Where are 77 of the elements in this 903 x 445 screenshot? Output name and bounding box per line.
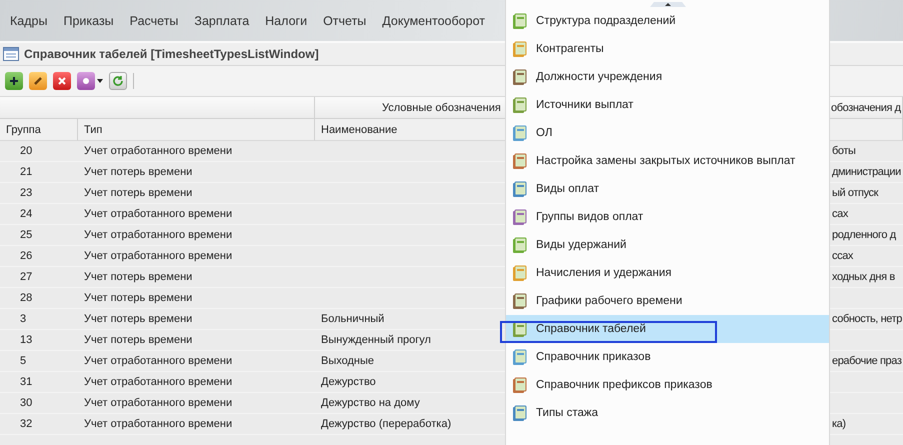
menu-bar-item[interactable]: Расчеты (122, 14, 186, 28)
menu-item[interactable]: Виды оплат (506, 175, 829, 203)
table-cell: Учет потерь времени (78, 288, 315, 309)
menu-item[interactable]: Структура подразделений (506, 7, 829, 35)
menu-item[interactable]: ОЛ (506, 119, 829, 147)
edit-button[interactable] (29, 72, 47, 90)
table-cell: Учет отработанного времени (78, 246, 315, 267)
book-icon (511, 40, 528, 58)
list-icon (3, 47, 19, 61)
book-icon (511, 208, 528, 226)
column-header[interactable]: Тип (78, 119, 315, 141)
table-cell: Учет потерь времени (78, 309, 315, 330)
caret-icon (97, 79, 103, 83)
refresh-button[interactable] (109, 72, 127, 90)
menu-bar-item[interactable]: Документооборот (374, 14, 493, 28)
delete-button[interactable] (53, 72, 71, 90)
table-cell: Учет отработанного времени (78, 372, 315, 393)
table-cell: 3 (0, 309, 78, 330)
settings-dropdown-button[interactable] (77, 72, 103, 90)
window-title: Справочник табелей [TimesheetTypesListWindow] (24, 47, 319, 61)
table-cell: Учет потерь времени (78, 183, 315, 204)
table-cell: 13 (0, 330, 78, 351)
book-icon (511, 292, 528, 310)
menu-bar-item[interactable]: Налоги (257, 14, 316, 28)
table-cell: Учет потерь времени (78, 330, 315, 351)
pencil-icon (33, 76, 43, 86)
scroll-up-arrow[interactable] (650, 0, 686, 7)
table-cell: 21 (0, 162, 78, 183)
book-icon (511, 236, 528, 254)
menu-bar-item[interactable]: Зарплата (186, 14, 258, 28)
menu-item[interactable]: Должности учреждения (506, 63, 829, 91)
column-group-header: обозначения д (831, 102, 901, 114)
table-cell: Учет потерь времени (78, 162, 315, 183)
table-cell: 30 (0, 393, 78, 414)
table-cell: Учет потерь времени (78, 267, 315, 288)
table-cell: 5 (0, 351, 78, 372)
table-cell: Учет отработанного времени (78, 225, 315, 246)
refresh-icon (112, 75, 124, 87)
book-icon (511, 68, 528, 86)
book-icon (511, 180, 528, 198)
table-cell: 28 (0, 288, 78, 309)
book-icon (511, 152, 528, 170)
menu-item[interactable]: Источники выплат (506, 91, 829, 119)
table-cell: 31 (0, 372, 78, 393)
menu-item[interactable]: Контрагенты (506, 35, 829, 63)
table-cell: 23 (0, 183, 78, 204)
menu-bar-item[interactable]: Приказы (55, 14, 122, 28)
book-icon (511, 124, 528, 142)
book-icon (511, 12, 528, 30)
table-cell: 26 (0, 246, 78, 267)
menu-item[interactable]: Начисления и удержания (506, 259, 829, 287)
table-cell: 20 (0, 141, 78, 162)
book-icon (511, 264, 528, 282)
book-icon (511, 376, 528, 394)
menu-bar-item[interactable]: Отчеты (315, 14, 374, 28)
menu-bar-item[interactable]: Кадры (2, 14, 56, 28)
table-cell: Учет отработанного времени (78, 414, 315, 435)
book-icon (511, 348, 528, 366)
table-cell: Учет отработанного времени (78, 351, 315, 372)
table-cell: Учет отработанного времени (78, 393, 315, 414)
column-header[interactable]: Группа (0, 119, 78, 141)
close-icon (57, 76, 67, 86)
table-cell: 25 (0, 225, 78, 246)
book-icon (511, 404, 528, 422)
book-icon (511, 96, 528, 114)
column-group-header: Условные обозначения (382, 102, 501, 114)
gear-icon (77, 72, 95, 90)
menu-item[interactable]: Виды удержаний (506, 231, 829, 259)
table-cell: 27 (0, 267, 78, 288)
add-button[interactable] (5, 72, 23, 90)
menu-item[interactable]: Настройка замены закрытых источников выплат (506, 147, 829, 175)
plus-icon (9, 76, 19, 86)
table-cell: Учет отработанного времени (78, 141, 315, 162)
menu-item[interactable]: Группы видов оплат (506, 203, 829, 231)
table-cell: 24 (0, 204, 78, 225)
table-cell: Учет отработанного времени (78, 204, 315, 225)
table-cell: 32 (0, 414, 78, 435)
